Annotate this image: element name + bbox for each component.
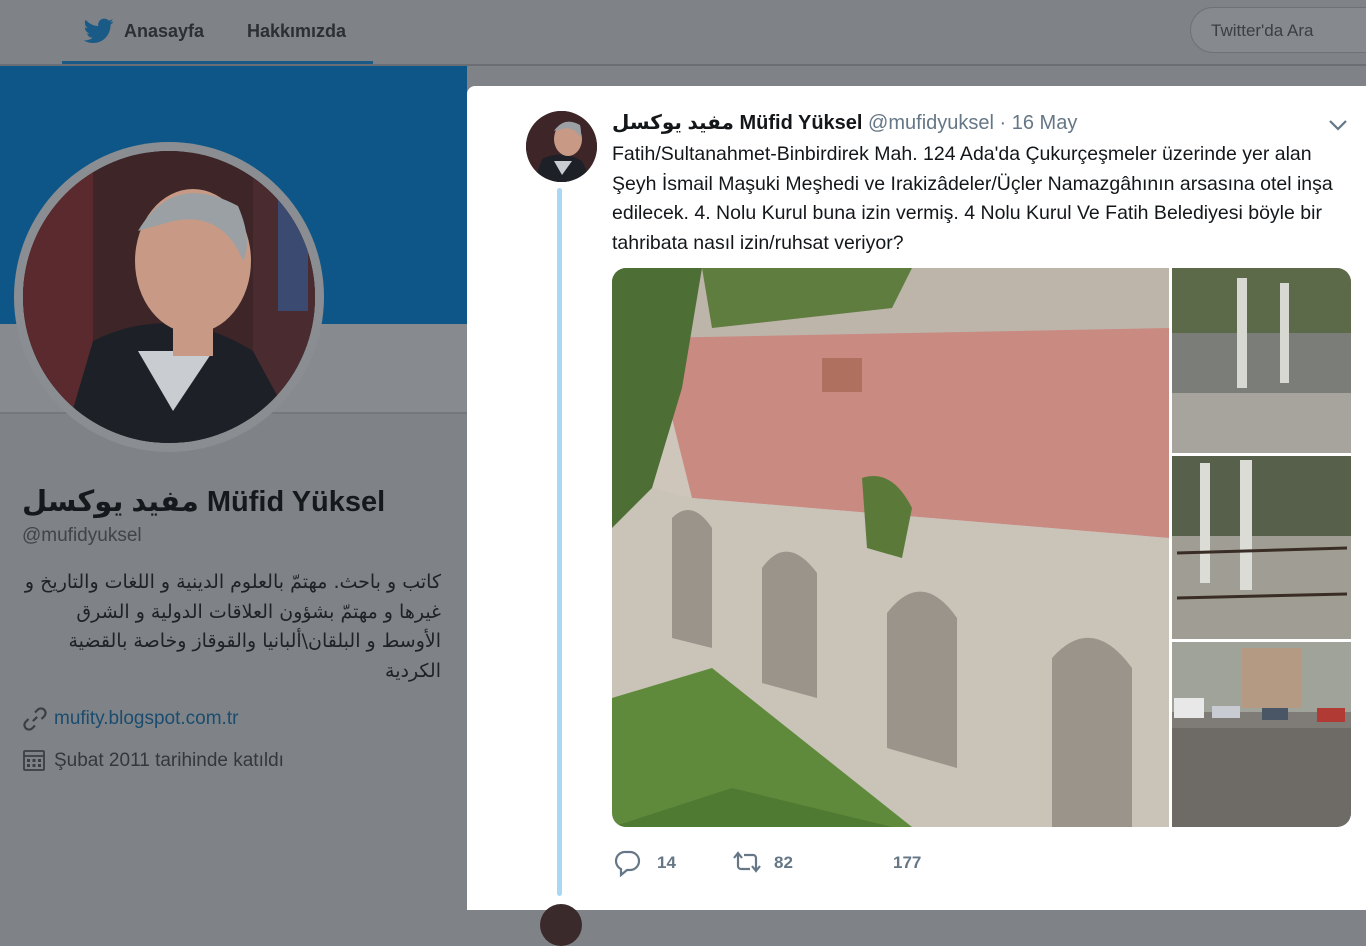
profile-url-link[interactable]: mufity.blogspot.com.tr bbox=[54, 708, 238, 730]
tweet-photo-3[interactable] bbox=[1172, 456, 1351, 639]
tweet-photo-4[interactable] bbox=[1172, 642, 1351, 827]
profile-handle: @mufidyuksel bbox=[22, 525, 142, 546]
tweet-text: Fatih/Sultanahmet-Binbirdirek Mah. 124 A… bbox=[612, 143, 1333, 254]
profile-name: مفيد يوكسل Müfid Yüksel bbox=[22, 486, 386, 518]
profile-avatar-photo bbox=[23, 151, 315, 443]
tweet-author-handle[interactable]: @mufidyuksel bbox=[868, 112, 994, 134]
tweet-media-grid[interactable] bbox=[612, 268, 1351, 827]
search-input[interactable]: Twitter'da Ara bbox=[1190, 7, 1366, 53]
tweet-author-avatar[interactable] bbox=[526, 111, 597, 182]
tweet-header-separator: · bbox=[999, 112, 1007, 134]
next-tweet-avatar[interactable] bbox=[540, 904, 582, 946]
thread-line bbox=[557, 188, 562, 896]
profile-bio: كاتب و باحث. مهتمّ بالعلوم الدينية و الل… bbox=[24, 571, 441, 682]
tweet-date[interactable]: 16 May bbox=[1012, 112, 1078, 134]
tweet-photo-2[interactable] bbox=[1172, 268, 1351, 453]
reply-icon[interactable] bbox=[614, 846, 642, 878]
tweet-author-name[interactable]: مفيد يوكسل Müfid Yüksel bbox=[612, 112, 862, 134]
top-navigation-bar: Anasayfa Hakkımızda Twitter'da Ara bbox=[0, 0, 1366, 66]
profile-avatar[interactable] bbox=[14, 142, 324, 452]
nav-home-label: Anasayfa bbox=[124, 21, 205, 41]
link-icon bbox=[23, 707, 47, 731]
profile-joined-date: Şubat 2011 tarihinde katıldı bbox=[54, 750, 284, 771]
tweet-header: مفيد يوكسل Müfid Yüksel @mufidyuksel · 1… bbox=[612, 110, 1077, 135]
twitter-bird-icon bbox=[84, 18, 114, 43]
tweet-photo-main[interactable] bbox=[612, 268, 1169, 827]
like-count[interactable]: 177 bbox=[893, 853, 921, 873]
retweet-icon[interactable] bbox=[732, 846, 762, 878]
search-placeholder: Twitter'da Ara bbox=[1211, 21, 1314, 40]
retweet-count: 82 bbox=[774, 853, 793, 872]
calendar-icon bbox=[23, 750, 45, 771]
reply-count: 14 bbox=[657, 853, 676, 872]
chevron-down-icon[interactable] bbox=[1328, 118, 1348, 132]
nav-about-link[interactable]: Hakkımızda bbox=[247, 21, 346, 42]
